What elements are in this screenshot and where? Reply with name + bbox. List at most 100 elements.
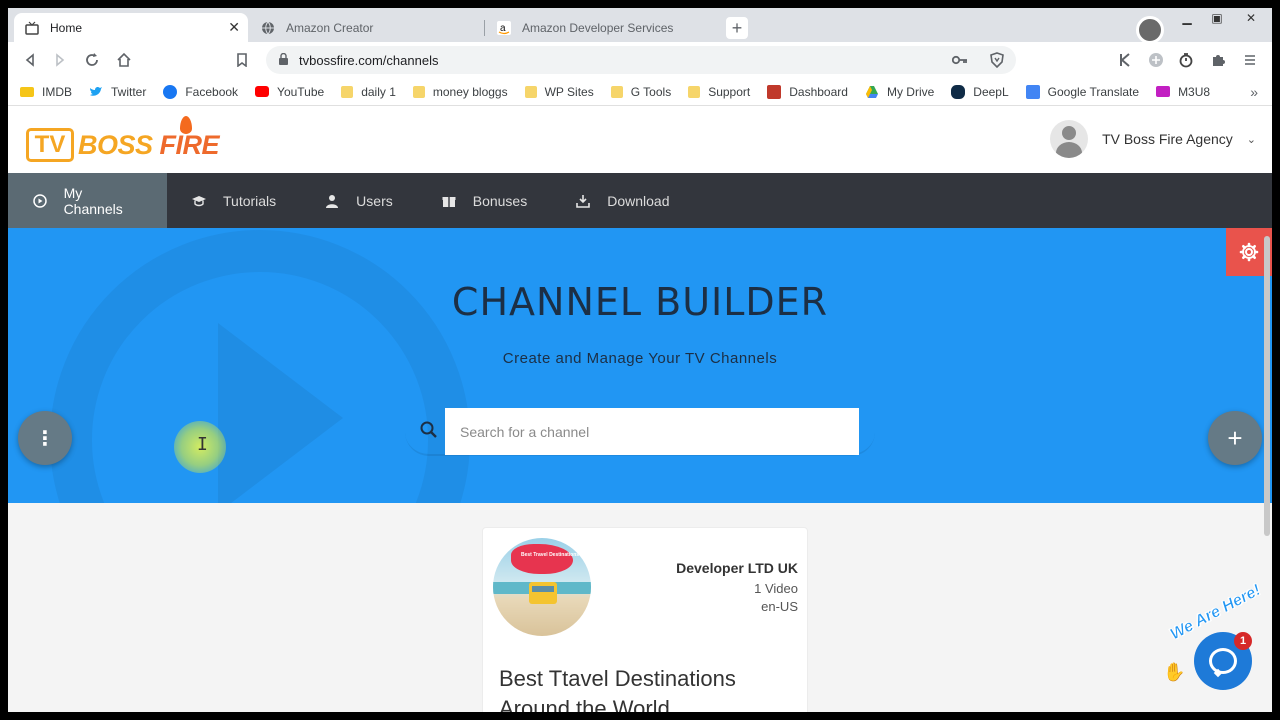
channel-search	[405, 408, 875, 456]
tab-title: Amazon Developer Services	[522, 20, 674, 35]
add-channel-button[interactable]: +	[1208, 411, 1262, 465]
lock-icon	[278, 52, 289, 68]
new-tab-button[interactable]: +	[726, 17, 748, 39]
bookmark-my-drive[interactable]: My Drive	[865, 85, 934, 99]
user-name: TV Boss Fire Agency	[1102, 131, 1233, 147]
channel-thumbnail: Best Travel Destinations	[493, 538, 591, 636]
vertical-dots-icon: ⋮	[35, 427, 55, 450]
youtube-icon	[255, 86, 270, 97]
nav-item-tutorials[interactable]: Tutorials	[167, 173, 300, 228]
tab-home[interactable]: Home ✕	[14, 13, 248, 42]
folder-icon	[688, 85, 701, 98]
folder-icon	[524, 85, 537, 98]
logo-tv-mark: TV	[26, 128, 74, 162]
close-window-icon[interactable]: ✕	[1236, 8, 1266, 28]
bookmark-m3u8[interactable]: M3U8	[1156, 85, 1210, 99]
deepl-icon	[951, 84, 966, 99]
profile-menu-icon[interactable]	[1136, 16, 1164, 44]
nav-item-users[interactable]: Users	[300, 173, 417, 228]
tab-strip: Home ✕ Amazon Creator a Amazon Developer…	[8, 8, 1272, 44]
plus-icon: +	[1227, 422, 1243, 453]
bookmark-wp-sites[interactable]: WP Sites	[524, 85, 594, 99]
m3u8-icon	[1156, 86, 1171, 97]
extension-k-icon[interactable]	[1113, 49, 1137, 71]
maximize-icon[interactable]: ▣	[1202, 8, 1232, 28]
logo-wordmark: BOSS FIRE	[78, 130, 220, 160]
channel-owner: Developer LTD UK	[676, 560, 798, 576]
twitter-icon	[89, 85, 103, 99]
bookmark-youtube[interactable]: YouTube	[255, 85, 324, 99]
user-menu[interactable]: TV Boss Fire Agency ⌄	[1050, 120, 1256, 158]
translate-icon	[1025, 84, 1040, 99]
download-icon	[575, 193, 591, 209]
more-bookmarks-icon[interactable]: »	[1250, 84, 1258, 100]
more-options-button[interactable]: ⋮	[18, 411, 72, 465]
bookmark-support[interactable]: Support	[688, 85, 750, 99]
page-scrollbar[interactable]	[1264, 236, 1270, 536]
tab-title: Home	[50, 20, 83, 35]
channel-card[interactable]: Best Travel Destinations Developer LTD U…	[482, 527, 808, 712]
tab-amazon-developer[interactable]: a Amazon Developer Services	[486, 13, 718, 42]
folder-icon	[610, 85, 623, 98]
graduation-cap-icon	[191, 193, 207, 209]
gift-icon	[441, 193, 457, 209]
globe-icon	[260, 20, 276, 36]
tv-favicon-icon	[24, 20, 40, 36]
site-header: TV BOSS FIRE TV Boss Fire Agency ⌄	[8, 106, 1272, 173]
folder-icon	[341, 85, 354, 98]
bookmark-facebook[interactable]: Facebook	[163, 84, 238, 99]
waving-hand-icon: ✋	[1163, 662, 1186, 682]
bookmark-imdb[interactable]: IMDB	[20, 85, 72, 99]
drive-icon	[865, 85, 879, 99]
thumbnail-text: Best Travel Destinations	[521, 552, 580, 558]
text-cursor-icon: I	[197, 434, 208, 455]
bus-graphic	[529, 582, 557, 604]
home-icon[interactable]	[112, 49, 136, 71]
flame-icon	[180, 116, 192, 134]
tab-title: Amazon Creator	[286, 20, 374, 35]
brave-shield-icon[interactable]	[985, 49, 1009, 71]
minimize-icon[interactable]: ▁	[1172, 8, 1202, 28]
nav-item-download[interactable]: Download	[551, 173, 693, 228]
folder-icon	[412, 85, 425, 98]
bookmark-icon[interactable]	[230, 49, 254, 71]
channel-video-count: 1 Video	[754, 581, 798, 596]
nav-item-bonuses[interactable]: Bonuses	[417, 173, 551, 228]
amazon-icon: a	[496, 20, 512, 36]
url-text: tvbossfire.com/channels	[299, 52, 439, 68]
bookmark-dashboard[interactable]: Dashboard	[767, 84, 848, 99]
user-icon	[324, 193, 340, 209]
forward-icon[interactable]	[48, 49, 72, 71]
address-bar[interactable]: tvbossfire.com/channels	[266, 46, 1016, 74]
imdb-icon	[20, 86, 34, 97]
channel-meta: Developer LTD UK 1 Video en-US	[676, 560, 798, 616]
bookmark-deepl[interactable]: DeepL	[951, 84, 1009, 99]
bookmark-g-tools[interactable]: G Tools	[610, 85, 671, 99]
nav-item-my-channels[interactable]: My Channels	[8, 173, 167, 228]
bookmarks-bar: IMDB Twitter Facebook YouTube daily 1 mo…	[8, 78, 1272, 106]
bookmark-google-translate[interactable]: Google Translate	[1025, 84, 1139, 99]
browser-toolbar: tvbossfire.com/channels	[8, 42, 1272, 78]
gear-icon	[1239, 242, 1259, 262]
chat-notification-badge: 1	[1234, 632, 1252, 650]
extension-timer-icon[interactable]	[1174, 49, 1198, 71]
close-tab-icon[interactable]: ✕	[228, 19, 240, 36]
extensions-puzzle-icon[interactable]	[1206, 49, 1230, 71]
paint-splash-graphic	[511, 544, 573, 574]
bookmark-twitter[interactable]: Twitter	[89, 85, 146, 99]
bookmark-money-bloggs[interactable]: money bloggs	[412, 85, 508, 99]
back-icon[interactable]	[18, 49, 42, 71]
menu-icon[interactable]	[1238, 49, 1262, 71]
tab-separator	[484, 20, 485, 36]
play-circle-icon	[32, 193, 48, 209]
extension-circle-icon[interactable]	[1144, 49, 1168, 71]
tab-amazon-creator[interactable]: Amazon Creator	[250, 13, 482, 42]
key-icon[interactable]	[948, 49, 972, 71]
page-subtitle: Create and Manage Your TV Channels	[502, 350, 778, 367]
search-input[interactable]	[445, 408, 859, 455]
reload-icon[interactable]	[80, 49, 104, 71]
channel-title[interactable]: Best Ttavel Destinations Around the Worl…	[499, 664, 799, 712]
chevron-down-icon: ⌄	[1246, 133, 1256, 146]
bookmark-daily-1[interactable]: daily 1	[341, 85, 396, 99]
tv-boss-fire-logo[interactable]: TV BOSS FIRE	[24, 116, 224, 166]
